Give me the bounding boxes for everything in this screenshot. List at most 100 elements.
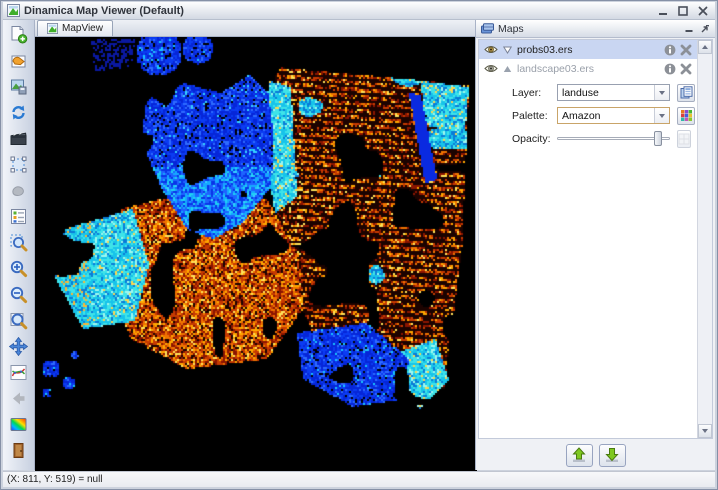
- new-map-icon: [9, 25, 28, 44]
- scroll-up-button[interactable]: [698, 40, 712, 54]
- layer-dropdown-value: landuse: [562, 87, 599, 99]
- remove-layer-icon[interactable]: [680, 44, 692, 56]
- pan-button[interactable]: [5, 334, 32, 358]
- remove-layer-icon[interactable]: [680, 63, 692, 75]
- zoom-fit-button[interactable]: [5, 308, 32, 332]
- expand-triangle-icon[interactable]: [503, 65, 512, 73]
- move-down-icon: [604, 447, 620, 463]
- maximize-button[interactable]: [674, 4, 691, 18]
- palette-control-row: Palette: Amazon: [512, 104, 697, 127]
- save-image-button[interactable]: [5, 74, 32, 98]
- chart-button[interactable]: [5, 360, 32, 384]
- toolbar: [3, 20, 35, 470]
- export-map-icon: [9, 51, 28, 70]
- back-icon: [9, 389, 28, 408]
- dropdown-arrow-icon[interactable]: [654, 85, 669, 100]
- palette-dropdown[interactable]: Amazon: [557, 107, 670, 124]
- move-up-icon: [571, 447, 587, 463]
- collapse-triangle-icon[interactable]: [503, 46, 512, 54]
- layer-table-button[interactable]: [677, 84, 695, 102]
- zoom-fit-icon: [9, 311, 28, 330]
- opacity-extra-button-disabled[interactable]: [677, 130, 691, 148]
- exit-button[interactable]: [5, 438, 32, 462]
- panel-float-icon[interactable]: [700, 24, 710, 34]
- maps-panel-body: probs03.ers: [478, 39, 713, 439]
- refresh-icon: [9, 103, 28, 122]
- pan-icon: [9, 337, 28, 356]
- minimize-icon: [658, 6, 668, 16]
- dropdown-arrow-icon[interactable]: [654, 108, 669, 123]
- scroll-down-button[interactable]: [698, 424, 712, 438]
- maps-panel-title: Maps: [498, 23, 524, 35]
- opacity-control-row: Opacity:: [512, 127, 697, 150]
- visibility-eye-icon[interactable]: [484, 45, 498, 54]
- palette-dropdown-value: Amazon: [562, 110, 601, 122]
- back-disabled-button[interactable]: [5, 386, 32, 410]
- minimize-button[interactable]: [654, 4, 671, 18]
- layer-list: probs03.ers: [479, 40, 697, 438]
- zoom-in-icon: [9, 259, 28, 278]
- opacity-label: Opacity:: [512, 133, 557, 145]
- title-bar: Dinamica Map Viewer (Default): [3, 2, 715, 20]
- slider-thumb[interactable]: [654, 131, 662, 146]
- palette-button[interactable]: [5, 412, 32, 436]
- zoom-region-button[interactable]: [5, 230, 32, 254]
- info-icon[interactable]: [664, 44, 676, 56]
- exit-icon: [9, 441, 28, 460]
- layer-name: landscape03.ers: [517, 63, 659, 75]
- layer-controls: Layer: landuse: [479, 78, 697, 154]
- select-region-button[interactable]: [5, 152, 32, 176]
- main-area: MapView Maps: [3, 20, 715, 470]
- close-icon: [698, 6, 708, 16]
- maps-icon: [481, 23, 494, 34]
- maps-panel-header: Maps: [476, 20, 715, 38]
- palette-grid-icon: [680, 109, 693, 122]
- panel-scrollbar[interactable]: [697, 40, 712, 438]
- app-icon: [7, 4, 20, 17]
- tab-bar: MapView: [35, 20, 475, 37]
- move-layer-up-button[interactable]: [566, 444, 593, 467]
- layer-name: probs03.ers: [517, 44, 659, 56]
- info-icon[interactable]: [664, 63, 676, 75]
- status-bar: (X: 811, Y: 519) = null: [3, 471, 715, 487]
- legend-button[interactable]: [5, 204, 32, 228]
- close-button[interactable]: [694, 4, 711, 18]
- panel-minimize-icon[interactable]: [685, 24, 694, 33]
- zoom-out-button[interactable]: [5, 282, 32, 306]
- window-title: Dinamica Map Viewer (Default): [24, 5, 184, 17]
- draw-tool-disabled-button[interactable]: [5, 178, 32, 202]
- layer-control-row: Layer: landuse: [512, 81, 697, 104]
- visibility-eye-icon[interactable]: [484, 64, 498, 73]
- save-image-icon: [9, 77, 28, 96]
- layer-row-probs03[interactable]: probs03.ers: [479, 40, 697, 59]
- tab-label: MapView: [62, 23, 103, 34]
- move-layer-down-button[interactable]: [599, 444, 626, 467]
- slider-groove[interactable]: [557, 137, 670, 140]
- status-coordinates: (X: 811, Y: 519) = null: [7, 474, 103, 485]
- draw-tool-icon: [9, 181, 28, 200]
- refresh-button[interactable]: [5, 100, 32, 124]
- layer-table-icon: [680, 86, 693, 99]
- zoom-out-icon: [9, 285, 28, 304]
- export-map-button[interactable]: [5, 48, 32, 72]
- layer-label: Layer:: [512, 87, 557, 99]
- grid-icon: [678, 133, 690, 145]
- new-map-button[interactable]: [5, 22, 32, 46]
- maximize-icon: [678, 6, 688, 16]
- opacity-slider[interactable]: [557, 130, 670, 147]
- palette-editor-button[interactable]: [677, 107, 695, 125]
- animation-button[interactable]: [5, 126, 32, 150]
- palette-icon: [9, 415, 28, 434]
- maps-panel-footer: [476, 440, 715, 470]
- map-view: [35, 37, 475, 470]
- tab-mapview[interactable]: MapView: [37, 20, 113, 36]
- zoom-in-button[interactable]: [5, 256, 32, 280]
- zoom-region-icon: [9, 233, 28, 252]
- animation-icon: [9, 129, 28, 148]
- map-canvas[interactable]: [35, 37, 477, 472]
- maps-panel: Maps: [475, 20, 715, 470]
- palette-label: Palette:: [512, 110, 557, 122]
- layer-dropdown[interactable]: landuse: [557, 84, 670, 101]
- app-window: Dinamica Map Viewer (Default): [0, 0, 718, 490]
- layer-row-landscape03[interactable]: landscape03.ers: [479, 59, 697, 78]
